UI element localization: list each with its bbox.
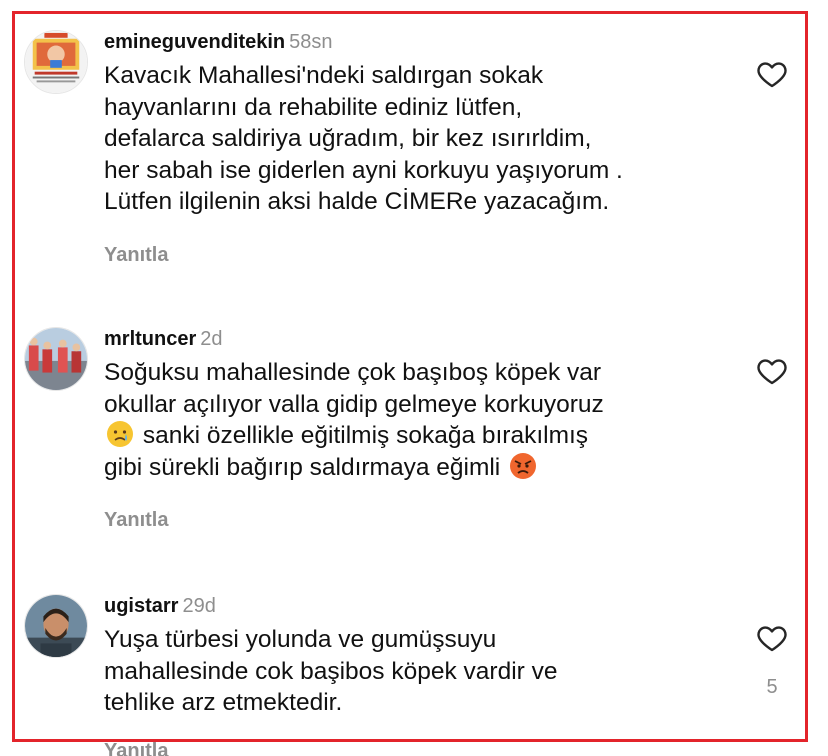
comment-header: ugistarr 29d [104, 594, 216, 618]
reply-button[interactable]: Yanıtla [104, 509, 168, 532]
reply-button[interactable]: Yanıtla [104, 244, 168, 267]
username[interactable]: emineguvenditekin [104, 31, 285, 53]
comment-header: emineguvenditekin 58sn [104, 30, 333, 54]
angry-face-emoji [509, 452, 537, 480]
comment-line-with-emoji: gibi sürekli bağırıp saldırmaya eğimli [104, 452, 724, 484]
avatar[interactable] [24, 594, 88, 658]
comment-line: defalarca saldiriya uğradım, bir kez ısı… [104, 125, 592, 152]
timestamp: 29d [182, 595, 216, 617]
like-button[interactable] [755, 622, 789, 654]
heart-outline-icon [755, 58, 789, 90]
comment-text: Kavacık Mahallesi'ndeki saldırgan sokak … [104, 60, 724, 218]
crying-face-emoji [106, 420, 134, 448]
comment-text: Yuşa türbesi yolunda ve gumüşsuyu mahall… [104, 624, 724, 719]
like-count: 5 [766, 676, 778, 698]
heart-outline-icon [755, 355, 789, 387]
username[interactable]: mrltuncer [104, 328, 196, 350]
comment-line: her sabah ise giderlen ayni korkuyu yaşı… [104, 156, 623, 184]
comment-line: Kavacık Mahallesi'ndeki saldırgan sokak [104, 62, 544, 89]
comment-line: mahallesinde cok başibos köpek vardir ve [104, 657, 558, 685]
comment-line: Lütfen ilgilenin aksi halde CİMERe yazac… [104, 188, 610, 215]
comment-line-with-emoji: sanki özellikle eğitilmiş sokağa bırakıl… [104, 420, 724, 452]
comment-line-text: sanki özellikle eğitilmiş sokağa bırakıl… [142, 422, 589, 449]
comment-line: Soğuksu mahallesinde çok başıboş köpek v… [104, 359, 602, 386]
heart-outline-icon [755, 622, 789, 654]
comment-text: Soğuksu mahallesinde çok başıboş köpek v… [104, 357, 724, 483]
like-button[interactable] [755, 355, 789, 387]
avatar[interactable] [24, 327, 88, 391]
comment-header: mrltuncer 2d [104, 327, 223, 351]
comment-line: okullar açılıyor valla gidip gelmeye kor… [104, 390, 604, 418]
comment-line: tehlike arz etmektedir. [104, 689, 343, 716]
comment-line: Yuşa türbesi yolunda ve gumüşsuyu [104, 626, 497, 653]
reply-button[interactable]: Yanıtla [104, 740, 168, 756]
timestamp: 2d [200, 328, 223, 350]
comment-line-text: gibi sürekli bağırıp saldırmaya eğimli [104, 453, 501, 481]
username[interactable]: ugistarr [104, 595, 178, 617]
timestamp: 58sn [289, 31, 333, 53]
avatar[interactable] [24, 30, 88, 94]
like-button[interactable] [755, 58, 789, 90]
comment-line: hayvanlarını da rehabilite ediniz lütfen… [104, 93, 523, 121]
